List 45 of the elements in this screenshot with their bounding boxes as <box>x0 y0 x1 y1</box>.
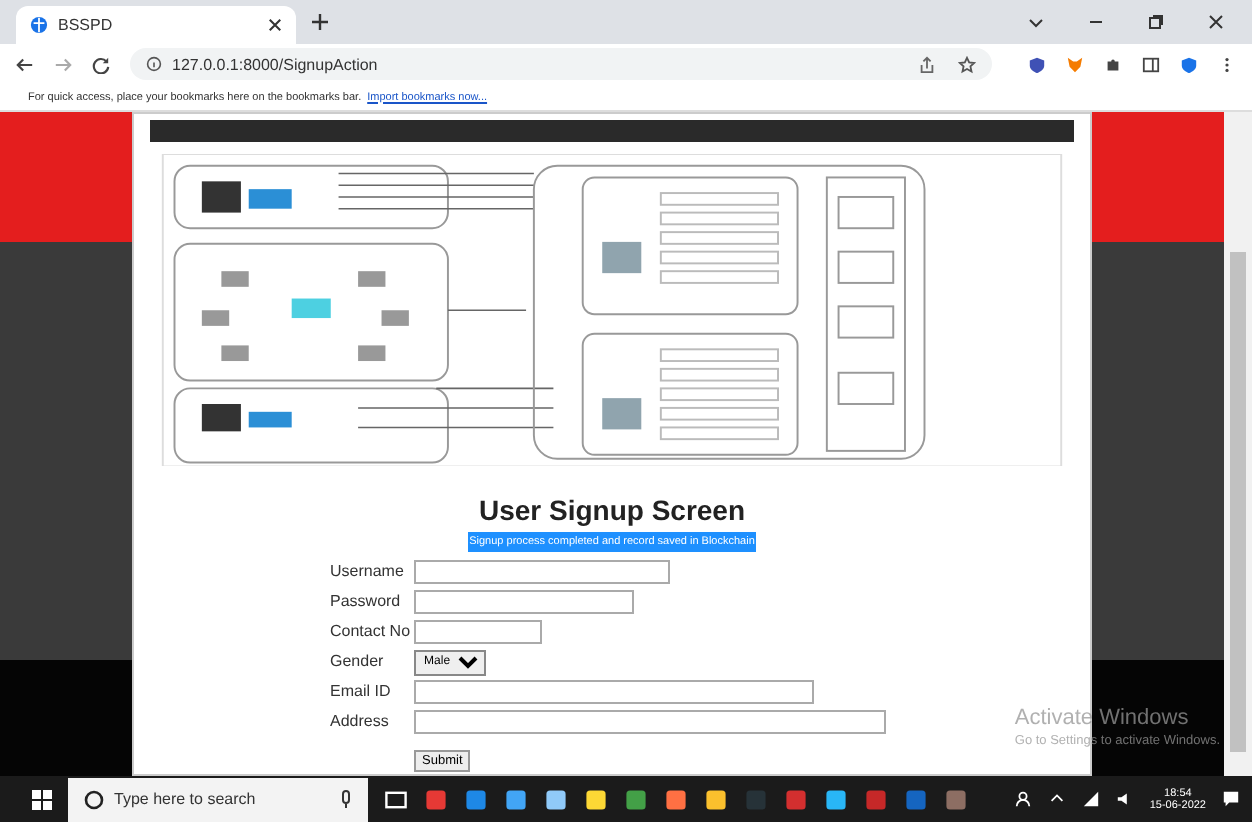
address-bar[interactable]: 127.0.0.1:8000/SignupAction <box>130 48 992 80</box>
scrollbar[interactable] <box>1224 112 1252 776</box>
input-field[interactable] <box>414 560 671 584</box>
notification-icon[interactable] <box>1222 790 1240 808</box>
browser-tab[interactable]: BSSPD <box>16 6 296 44</box>
field-label: Email ID <box>330 680 393 704</box>
field-label: Address <box>330 710 391 734</box>
windows-start-icon[interactable] <box>32 789 52 809</box>
field-label: Username <box>330 560 406 584</box>
people-icon[interactable] <box>1013 790 1032 808</box>
taskbar-search-field[interactable]: Type here to search <box>68 777 368 821</box>
shield-icon[interactable] <box>1028 55 1046 73</box>
chevron-down-icon[interactable] <box>1028 14 1044 30</box>
new-tab-icon[interactable] <box>312 14 328 30</box>
share-icon[interactable] <box>918 55 936 73</box>
input-field[interactable] <box>414 620 543 644</box>
back-arrow-icon[interactable] <box>16 55 34 73</box>
app-icon[interactable] <box>504 787 528 811</box>
app-icon[interactable] <box>624 787 648 811</box>
shield-icon[interactable] <box>1180 55 1198 73</box>
info-icon <box>146 56 162 72</box>
star-icon[interactable] <box>958 55 976 73</box>
app-icon[interactable] <box>664 787 688 811</box>
task-view-icon[interactable] <box>384 787 408 811</box>
search-icon <box>84 789 104 809</box>
field-label: Password <box>330 590 403 614</box>
input-field[interactable] <box>414 710 887 734</box>
fox-icon[interactable] <box>1066 55 1084 73</box>
app-icon[interactable] <box>824 787 848 811</box>
app-icon[interactable] <box>704 787 728 811</box>
app-icon[interactable] <box>584 787 608 811</box>
activation-title: Activate Windows <box>1014 706 1191 730</box>
reload-icon[interactable] <box>92 55 110 73</box>
close-icon[interactable] <box>268 18 282 32</box>
field-label: Gender <box>330 650 386 674</box>
input-field[interactable] <box>414 590 635 614</box>
input-field[interactable] <box>414 680 815 704</box>
field-label: Contact No <box>330 620 411 644</box>
microphone-icon[interactable] <box>340 789 352 809</box>
close-icon[interactable] <box>1208 14 1224 30</box>
network-icon[interactable] <box>1081 790 1100 808</box>
sidebar-icon[interactable] <box>1142 55 1160 73</box>
page-title: User Signup Screen <box>478 494 746 526</box>
app-icon[interactable] <box>544 787 568 811</box>
restore-icon[interactable] <box>1148 14 1164 30</box>
